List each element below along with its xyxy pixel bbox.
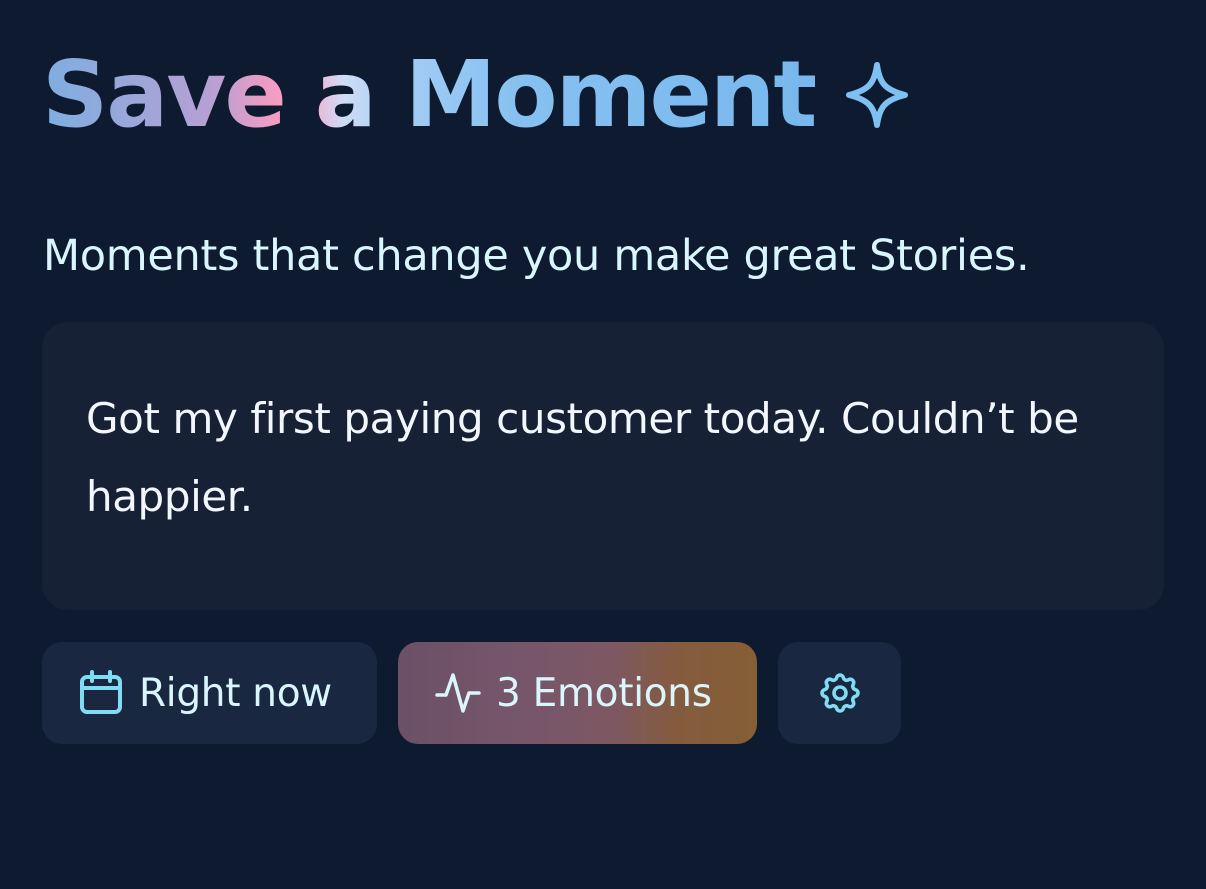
settings-button[interactable] [778,642,901,744]
emotions-label: 3 Emotions [496,670,712,716]
date-label: Right now [139,670,332,716]
moment-text-area[interactable]: Got my first paying customer today. Coul… [42,322,1164,610]
pulse-icon [435,673,481,713]
sparkle-icon [846,62,909,128]
gear-icon [819,673,860,713]
moment-text: Got my first paying customer today. Coul… [86,394,1079,521]
calendar-icon [80,670,122,714]
title-row: Save a Moment [42,40,913,150]
page-subtitle: Moments that change you make great Stori… [43,231,1030,281]
page-title: Save a Moment [42,41,817,148]
emotions-button[interactable]: 3 Emotions [398,642,757,744]
date-picker-button[interactable]: Right now [42,642,377,744]
